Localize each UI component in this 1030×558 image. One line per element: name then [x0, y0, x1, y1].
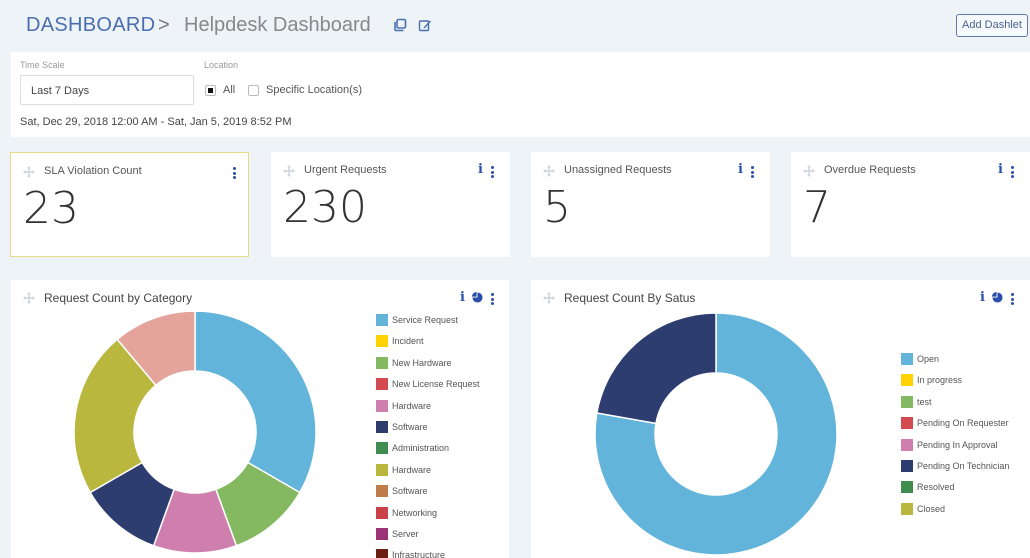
kpi-card-unassigned-requests: Unassigned Requests i 5 — [531, 152, 770, 257]
chart-title: Request Count by Category — [44, 291, 193, 305]
legend-label: New Hardware — [392, 357, 452, 368]
more-options-icon[interactable] — [1011, 293, 1014, 307]
legend-swatch — [901, 438, 913, 451]
breadcrumb-dashboard-link[interactable]: DASHBOARD — [26, 14, 155, 37]
drag-handle-icon[interactable] — [283, 165, 295, 177]
legend-swatch — [376, 549, 388, 558]
time-scale-select[interactable]: Last 7 Days — [20, 75, 194, 105]
card-title: Overdue Requests — [824, 164, 916, 176]
drag-handle-icon[interactable] — [23, 292, 35, 304]
legend-swatch — [901, 353, 913, 365]
legend-label: Hardware — [392, 400, 432, 411]
legend-label: Hardware — [392, 464, 432, 475]
legend-swatch — [376, 463, 388, 476]
legend-swatch — [901, 459, 913, 472]
drag-handle-icon[interactable] — [543, 165, 555, 177]
donut-slice[interactable] — [595, 312, 717, 425]
location-all-radio[interactable] — [205, 85, 216, 96]
legend-label: Administration — [392, 443, 450, 454]
legend-label: Infrastructure — [392, 550, 446, 558]
legend-swatch — [376, 442, 388, 455]
info-icon[interactable]: i — [998, 162, 1003, 177]
info-icon[interactable]: i — [460, 290, 465, 305]
location-all-label[interactable]: All — [223, 84, 235, 96]
legend-swatch — [376, 527, 388, 540]
legend-swatch — [376, 420, 388, 433]
legend-swatch — [901, 417, 913, 430]
legend-label: Software — [392, 421, 428, 432]
more-options-icon[interactable] — [491, 293, 494, 307]
legend-label: Pending In Approval — [917, 439, 998, 450]
add-dashlet-button[interactable]: Add Dashlet — [956, 14, 1028, 37]
info-icon[interactable]: i — [478, 162, 483, 177]
drag-handle-icon[interactable] — [23, 166, 35, 178]
legend-label: Open — [917, 354, 940, 364]
card-title: Urgent Requests — [304, 164, 387, 176]
legend-label: Service Request — [392, 315, 459, 325]
kpi-card-sla-violation: SLA Violation Count 23 — [10, 152, 249, 257]
legend-label: Closed — [917, 503, 946, 514]
more-options-icon[interactable] — [233, 167, 236, 181]
legend-swatch — [376, 399, 388, 412]
chart-panel-category: Request Count by Category i Service Requ… — [11, 280, 509, 558]
legend-swatch — [376, 485, 388, 498]
drag-handle-icon[interactable] — [803, 165, 815, 177]
legend-label: Pending On Requester — [917, 418, 1009, 429]
filter-panel: Time Scale Last 7 Days Location All Spec… — [11, 52, 1030, 137]
legend-label: New License Request — [392, 379, 480, 390]
legend-swatch — [901, 502, 913, 515]
info-icon[interactable]: i — [738, 162, 743, 177]
donut-chart-status — [594, 312, 838, 556]
chart-type-pie-icon[interactable] — [992, 292, 1003, 303]
legend-swatch — [376, 335, 388, 348]
legend-label: Incident — [392, 336, 424, 347]
legend-label: Software — [392, 486, 428, 497]
chart-type-pie-icon[interactable] — [472, 292, 483, 303]
card-value[interactable]: 7 — [803, 182, 831, 233]
more-options-icon[interactable] — [491, 166, 494, 180]
legend-label: Pending On Technician — [917, 460, 1010, 471]
drag-handle-icon[interactable] — [543, 292, 555, 304]
edit-icon[interactable] — [418, 18, 432, 32]
donut-chart-category — [74, 312, 317, 554]
card-value[interactable]: 230 — [283, 182, 367, 233]
legend-label: test — [917, 396, 932, 407]
copy-icon[interactable] — [393, 18, 407, 32]
kpi-card-urgent-requests: Urgent Requests i 230 — [271, 152, 510, 257]
kpi-card-overdue-requests: Overdue Requests i 7 — [791, 152, 1030, 257]
chart-title: Request Count By Satus — [564, 291, 696, 305]
card-value[interactable]: 5 — [543, 182, 571, 233]
location-specific-label[interactable]: Specific Location(s) — [266, 84, 362, 96]
legend-swatch — [376, 378, 388, 391]
page-title: Helpdesk Dashboard — [184, 14, 371, 36]
legend-label: In progress — [917, 375, 963, 386]
more-options-icon[interactable] — [1011, 166, 1014, 180]
info-icon[interactable]: i — [980, 290, 985, 305]
legend-label: Networking — [392, 507, 438, 518]
page-header: DASHBOARD > Helpdesk Dashboard Add Dashl… — [0, 0, 1030, 52]
breadcrumb-separator: > — [158, 14, 170, 36]
legend-swatch — [901, 374, 913, 387]
legend-swatch — [376, 506, 388, 519]
legend-swatch — [376, 314, 388, 326]
chart-panel-status: Request Count By Satus i Open In progress… — [531, 280, 1030, 558]
card-title: SLA Violation Count — [44, 165, 142, 177]
date-range-text: Sat, Dec 29, 2018 12:00 AM - Sat, Jan 5,… — [20, 116, 292, 128]
legend-swatch — [901, 395, 913, 408]
location-label: Location — [204, 60, 239, 70]
card-value[interactable]: 23 — [23, 183, 79, 234]
card-title: Unassigned Requests — [564, 164, 672, 176]
legend-label: Resolved — [917, 482, 955, 493]
legend-label: Server — [392, 528, 419, 539]
location-specific-radio[interactable] — [248, 85, 259, 96]
time-scale-label: Time Scale — [20, 60, 65, 70]
donut-slice[interactable] — [194, 312, 317, 494]
legend-swatch — [901, 481, 913, 494]
legend-swatch — [376, 356, 388, 369]
more-options-icon[interactable] — [751, 166, 754, 180]
